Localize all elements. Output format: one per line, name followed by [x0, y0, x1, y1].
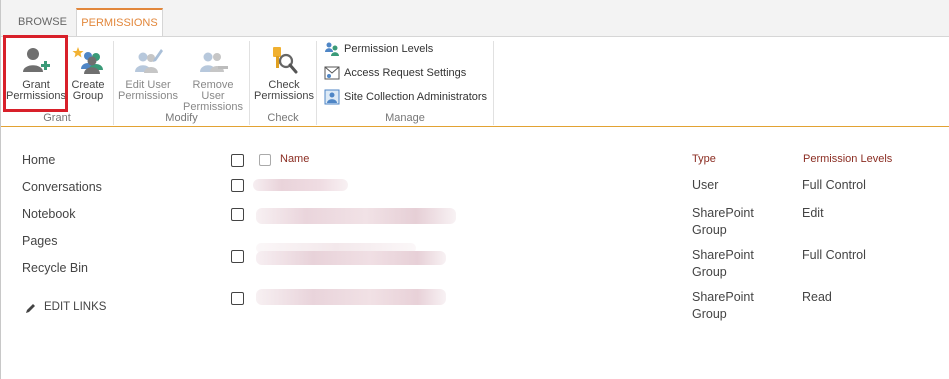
row-checkbox[interactable]	[231, 208, 244, 221]
nav-item-conversations[interactable]: Conversations	[22, 180, 102, 194]
group-separator	[493, 41, 494, 125]
group-label-manage: Manage	[385, 112, 425, 124]
ribbon: Grant Permissions Create Group Grant Edi…	[1, 37, 949, 126]
edit-links-label: EDIT LINKS	[44, 301, 107, 313]
access-request-settings-label: Access Request Settings	[344, 67, 467, 79]
column-header-permission-levels[interactable]: Permission Levels	[803, 153, 892, 165]
redacted-name	[256, 208, 456, 224]
check-permissions-label-2: Permissions	[254, 90, 314, 102]
row-permission: Full Control	[802, 178, 866, 192]
ribbon-tab-bar: BROWSE PERMISSIONS	[1, 0, 949, 37]
group-label-modify: Modify	[165, 112, 198, 124]
redacted-name	[256, 289, 446, 305]
select-all-checkbox[interactable]	[231, 154, 244, 167]
create-group-label-2: Group	[72, 90, 104, 102]
row-checkbox[interactable]	[231, 179, 244, 192]
row-permission: Read	[802, 290, 832, 304]
column-header-name[interactable]: Name	[280, 153, 309, 165]
ribbon-bottom-border	[1, 126, 949, 127]
row-checkbox[interactable]	[231, 250, 244, 263]
pencil-icon	[26, 304, 35, 313]
permission-levels-icon	[325, 42, 339, 56]
row-type: SharePoint Group	[692, 290, 754, 321]
permission-levels-label: Permission Levels	[344, 43, 434, 55]
redacted-name	[253, 179, 348, 191]
create-group-button[interactable]: Create Group	[69, 41, 107, 103]
row-permission: Edit	[802, 206, 824, 220]
create-group-icon	[72, 47, 103, 74]
row-permission: Full Control	[802, 248, 866, 262]
row-checkbox[interactable]	[231, 292, 244, 305]
site-collection-administrators-icon	[324, 89, 340, 105]
grant-permissions-highlight	[3, 35, 68, 112]
remove-user-permissions-icon	[200, 52, 228, 72]
site-collection-administrators-label: Site Collection Administrators	[344, 91, 488, 103]
access-request-settings-icon	[324, 66, 340, 80]
row-type: User	[692, 178, 719, 192]
nav-item-recycle-bin[interactable]: Recycle Bin	[22, 261, 88, 275]
group-label-grant: Grant	[43, 112, 71, 124]
edit-user-permissions-label-2: Permissions	[118, 90, 178, 102]
edit-user-permissions-button[interactable]: Edit User Permissions	[117, 41, 179, 103]
tab-permissions[interactable]: PERMISSIONS	[76, 8, 163, 37]
remove-user-permissions-label-1: Remove User	[192, 79, 234, 102]
nav-item-notebook[interactable]: Notebook	[22, 207, 76, 221]
redacted-name	[256, 251, 446, 265]
nav-item-home[interactable]: Home	[22, 153, 55, 167]
nav-item-pages[interactable]: Pages	[22, 234, 57, 248]
name-column-checkbox[interactable]	[259, 154, 271, 166]
remove-user-permissions-button[interactable]: Remove User Permissions	[180, 41, 246, 113]
group-label-check: Check	[267, 112, 299, 124]
column-header-type[interactable]: Type	[692, 153, 716, 165]
row-type: SharePoint Group	[692, 206, 754, 237]
check-permissions-icon	[273, 47, 298, 74]
row-type: SharePoint Group	[692, 248, 754, 279]
edit-user-permissions-icon	[135, 49, 163, 73]
check-permissions-button[interactable]: Check Permissions	[253, 41, 315, 103]
tab-browse[interactable]: BROWSE	[10, 8, 75, 36]
